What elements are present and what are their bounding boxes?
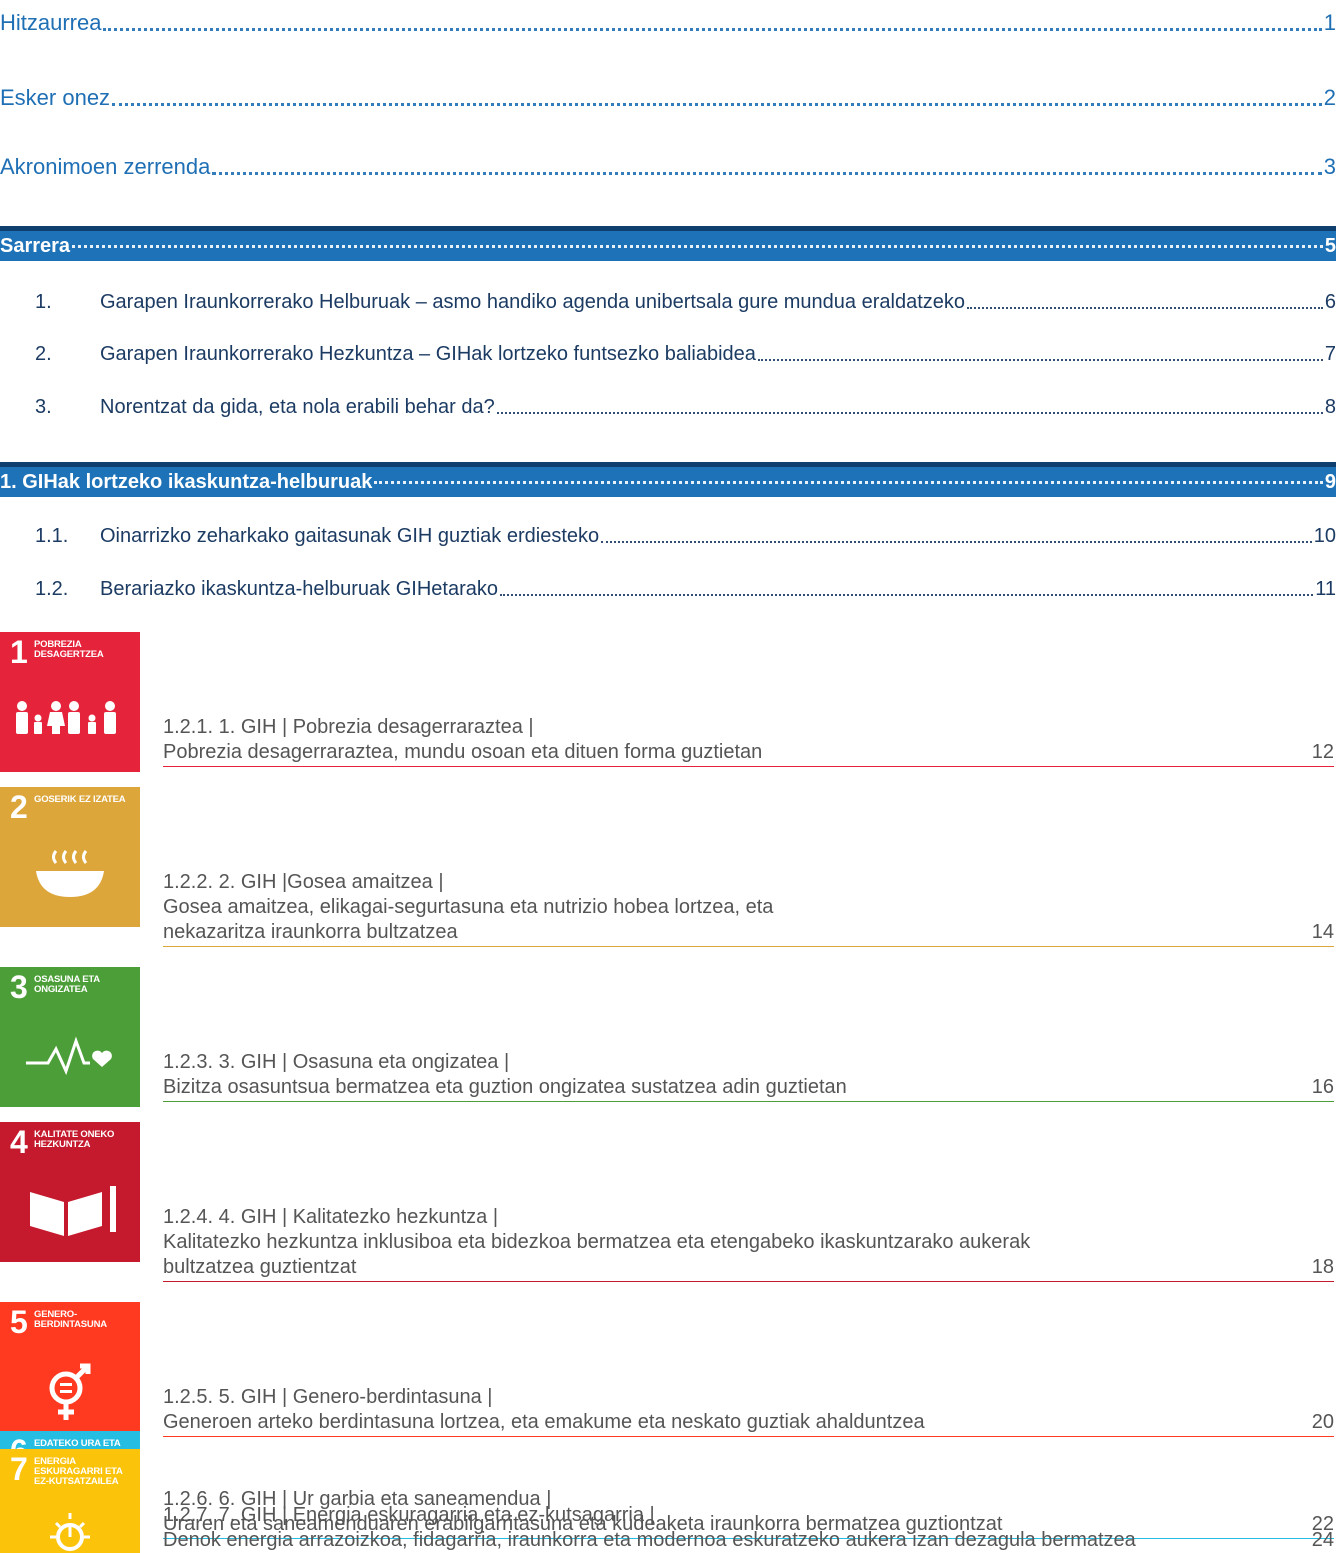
sdg-entry-text: 1.2.7. 7. GIH | Energia eskuragarria eta… — [163, 1503, 1334, 1553]
toc-page-number: 3 — [1323, 154, 1336, 179]
dot-leader — [112, 103, 1322, 106]
sdg-tile: 2 GOSERIK EZ IZATEA — [0, 787, 140, 927]
toc-subentry[interactable]: 1.2. Berariazko ikaskuntza-helburuak GIHe… — [35, 571, 1336, 601]
toc-entry[interactable]: Akronimoen zerrenda 3 — [0, 150, 1336, 180]
dot-leader — [499, 594, 1314, 596]
sdg-description: Gosea amaitzea, elikagai-segurtasuna eta… — [163, 896, 774, 918]
sdg-description: Kalitatezko hezkuntza inklusiboa eta bid… — [163, 1231, 1031, 1253]
subentry-number: 3. — [35, 396, 52, 418]
toc-page-number: 1 — [1323, 10, 1336, 35]
sdg-description: nekazaritza iraunkorra bultzatzea — [163, 921, 458, 943]
sdg-entry[interactable]: 2 GOSERIK EZ IZATEA 1.2.2. 2. GIH |Gosea… — [0, 787, 1336, 947]
section-page-number: 9 — [1324, 470, 1336, 493]
subentry-title: Norentzat da gida, eta nola erabili beha… — [100, 396, 495, 418]
toc-entry-title: Hitzaurrea — [0, 10, 102, 35]
toc-subentry[interactable]: 2. Garapen Iraunkorrerako Hezkuntza – GIH… — [35, 336, 1336, 366]
subentry-number: 2. — [35, 343, 52, 365]
sdg-entry-text: 1.2.4. 4. GIH | Kalitatezko hezkuntza | … — [163, 1205, 1334, 1282]
sdg-entry-text: 1.2.3. 3. GIH | Osasuna eta ongizatea | … — [163, 1050, 1334, 1102]
subentry-number: 1.1. — [35, 525, 69, 547]
sdg-description: Bizitza osasuntsua bermatzea eta guztion… — [163, 1076, 847, 1098]
subentry-title: Garapen Iraunkorrerako Helburuak – asmo … — [100, 291, 965, 313]
sdg-heading: 1.2.2. 2. GIH |Gosea amaitzea | — [163, 871, 444, 893]
subentry-page: 11 — [1315, 578, 1336, 600]
section-page-number: 5 — [1324, 234, 1336, 257]
sdg-heading: 1.2.4. 4. GIH | Kalitatezko hezkuntza | — [163, 1206, 499, 1228]
subentry-page: 7 — [1324, 343, 1336, 365]
toc-entry-title: Esker onez — [0, 85, 111, 110]
sdg-description: bultzatzea guztientzat — [163, 1256, 357, 1278]
sdg-page-number: 18 — [1311, 1256, 1334, 1278]
subentry-page: 6 — [1324, 291, 1336, 313]
dot-leader — [103, 28, 1322, 31]
subentry-number: 1. — [35, 291, 52, 313]
sdg-heading: 1.2.1. 1. GIH | Pobrezia desagerraraztea… — [163, 716, 534, 738]
toc-subentry[interactable]: 1.1. Oinarrizko zeharkako gaitasunak GIH … — [35, 518, 1336, 548]
dot-leader — [757, 359, 1323, 361]
sdg-tile: 5 GENERO-BERDINTASUNA — [0, 1302, 140, 1442]
sdg-entry[interactable]: 1 POBREZIA DESAGERTZEA 1.2.1. 1. GIH | P… — [0, 632, 1336, 772]
sdg-tile: 3 OSASUNA ETA ONGIZATEA — [0, 967, 140, 1107]
subentry-page: 8 — [1324, 396, 1336, 418]
subentry-title: Oinarrizko zeharkako gaitasunak GIH guzt… — [100, 525, 600, 547]
subentry-number: 1.2. — [35, 578, 69, 600]
section-header[interactable]: Sarrera 5 — [0, 226, 1336, 261]
sdg-page-number: 16 — [1311, 1076, 1334, 1098]
dot-leader — [601, 541, 1312, 543]
gender-icon — [49, 1363, 91, 1420]
sdg-entry[interactable]: 4 KALITATE ONEKO HEZKUNTZA 1.2.4. 4. GIH… — [0, 1122, 1336, 1282]
sdg-entry[interactable]: 3 OSASUNA ETA ONGIZATEA 1.2.3. 3. GIH | … — [0, 967, 1336, 1107]
sdg-entry[interactable]: 7 ENERGIA ESKURAGARRI ETA EZ-KUTSATZAILE… — [0, 1449, 1336, 1553]
dot-leader — [212, 172, 1322, 175]
sdg-entry[interactable]: 5 GENERO-BERDINTASUNA 1.2.5. 5. GIH | Ge… — [0, 1302, 1336, 1442]
section-title: Sarrera — [0, 234, 71, 257]
toc-subentry[interactable]: 3. Norentzat da gida, eta nola erabili be… — [35, 389, 1336, 419]
toc-entry[interactable]: Hitzaurrea 1 — [0, 6, 1336, 36]
sdg-heading: 1.2.5. 5. GIH | Genero-berdintasuna | — [163, 1386, 493, 1408]
sdg-heading: 1.2.7. 7. GIH | Energia eskuragarria eta… — [163, 1504, 655, 1526]
dot-leader — [496, 412, 1323, 414]
sdg-page-number: 24 — [1311, 1529, 1334, 1551]
sdg-entry-text: 1.2.2. 2. GIH |Gosea amaitzea | Gosea am… — [163, 870, 1334, 947]
bowl-icon — [36, 850, 104, 897]
dot-leader — [374, 480, 1323, 484]
section-header[interactable]: 1. GIHak lortzeko ikaskuntza-helburuak 9 — [0, 462, 1336, 497]
sdg-tile: 1 POBREZIA DESAGERTZEA — [0, 632, 140, 772]
dot-leader — [967, 307, 1323, 309]
sdg-description: Pobrezia desagerraraztea, mundu osoan et… — [163, 741, 763, 763]
family-icon — [16, 701, 116, 734]
sun-power-icon — [50, 1513, 90, 1551]
subentry-title: Berariazko ikaskuntza-helburuak GIHetara… — [100, 578, 498, 600]
sdg-entry-text: 1.2.1. 1. GIH | Pobrezia desagerraraztea… — [163, 715, 1334, 767]
sdg-entry-text: 1.2.5. 5. GIH | Genero-berdintasuna | Ge… — [163, 1385, 1334, 1437]
subentry-page: 10 — [1313, 525, 1336, 547]
sdg-tile: 4 KALITATE ONEKO HEZKUNTZA — [0, 1122, 140, 1262]
sdg-tile: 7 ENERGIA ESKURAGARRI ETA EZ-KUTSATZAILE… — [0, 1449, 140, 1553]
toc-subentry[interactable]: 1. Garapen Iraunkorrerako Helburuak – asm… — [35, 284, 1336, 314]
toc-entry-title: Akronimoen zerrenda — [0, 154, 211, 179]
book-icon — [30, 1186, 116, 1236]
toc-entry[interactable]: Esker onez 2 — [0, 81, 1336, 111]
sdg-page-number: 12 — [1311, 741, 1334, 763]
section-title: 1. GIHak lortzeko ikaskuntza-helburuak — [0, 470, 373, 493]
sdg-page-number: 14 — [1311, 921, 1334, 943]
sdg-description: Denok energia arrazoizkoa, fidagarria, i… — [163, 1529, 1136, 1551]
dot-leader — [72, 244, 1323, 248]
heartbeat-icon — [26, 1036, 112, 1076]
toc-page-number: 2 — [1323, 85, 1336, 110]
subentry-title: Garapen Iraunkorrerako Hezkuntza – GIHak… — [100, 343, 756, 365]
sdg-heading: 1.2.3. 3. GIH | Osasuna eta ongizatea | — [163, 1051, 510, 1073]
